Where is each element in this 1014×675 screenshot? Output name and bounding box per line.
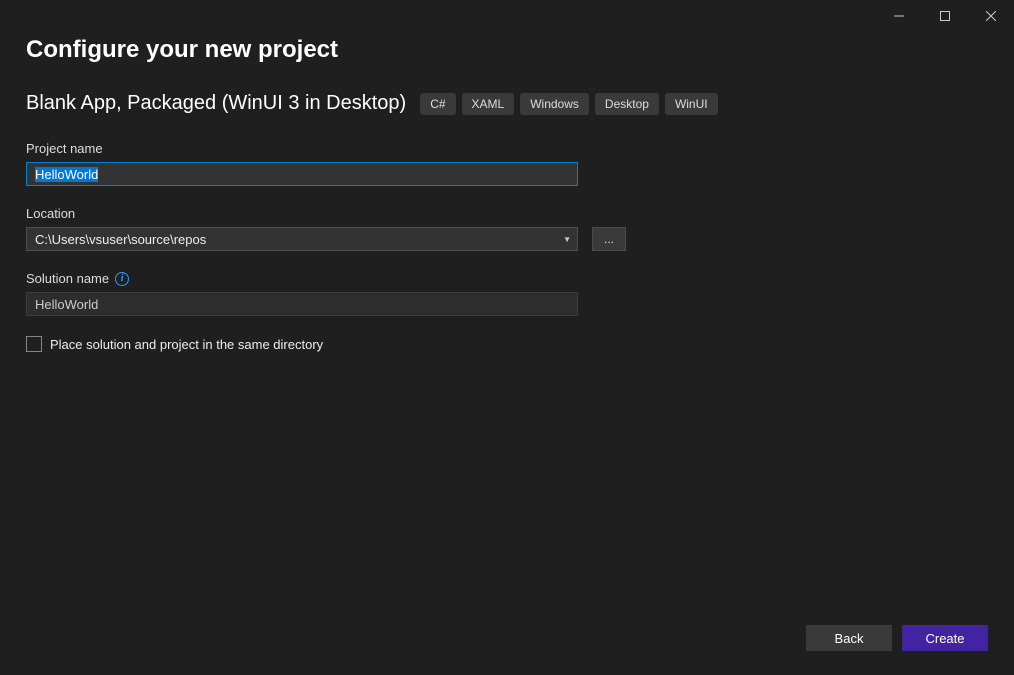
tag: WinUI: [665, 93, 718, 115]
tag: Windows: [520, 93, 589, 115]
back-button[interactable]: Back: [806, 625, 892, 651]
solution-name-label: Solution name i: [26, 271, 988, 286]
template-name: Blank App, Packaged (WinUI 3 in Desktop): [26, 92, 406, 115]
solution-name-field: Solution name i: [26, 271, 988, 316]
location-combobox[interactable]: C:\Users\vsuser\source\repos ▼: [26, 227, 578, 251]
same-directory-row: Place solution and project in the same d…: [26, 336, 988, 352]
solution-name-input[interactable]: [26, 292, 578, 316]
titlebar: [0, 0, 1014, 32]
project-name-input[interactable]: [26, 162, 578, 186]
solution-name-label-text: Solution name: [26, 271, 109, 286]
same-directory-checkbox[interactable]: [26, 336, 42, 352]
create-button[interactable]: Create: [902, 625, 988, 651]
chevron-down-icon: ▼: [563, 235, 571, 244]
main-content: Configure your new project Blank App, Pa…: [0, 32, 1014, 352]
close-button[interactable]: [968, 0, 1014, 32]
project-name-field: Project name: [26, 141, 988, 186]
same-directory-label: Place solution and project in the same d…: [50, 337, 323, 352]
window-controls: [876, 0, 1014, 32]
tag: Desktop: [595, 93, 659, 115]
tag-list: C# XAML Windows Desktop WinUI: [420, 93, 717, 115]
info-icon[interactable]: i: [115, 272, 129, 286]
template-header: Blank App, Packaged (WinUI 3 in Desktop)…: [26, 92, 988, 115]
footer-buttons: Back Create: [806, 625, 988, 651]
tag: XAML: [462, 93, 515, 115]
location-label: Location: [26, 206, 988, 221]
browse-button[interactable]: ...: [592, 227, 626, 251]
page-title: Configure your new project: [26, 36, 988, 64]
location-value: C:\Users\vsuser\source\repos: [35, 232, 206, 247]
minimize-button[interactable]: [876, 0, 922, 32]
maximize-button[interactable]: [922, 0, 968, 32]
location-field: Location C:\Users\vsuser\source\repos ▼ …: [26, 206, 988, 251]
tag: C#: [420, 93, 455, 115]
project-name-label: Project name: [26, 141, 988, 156]
